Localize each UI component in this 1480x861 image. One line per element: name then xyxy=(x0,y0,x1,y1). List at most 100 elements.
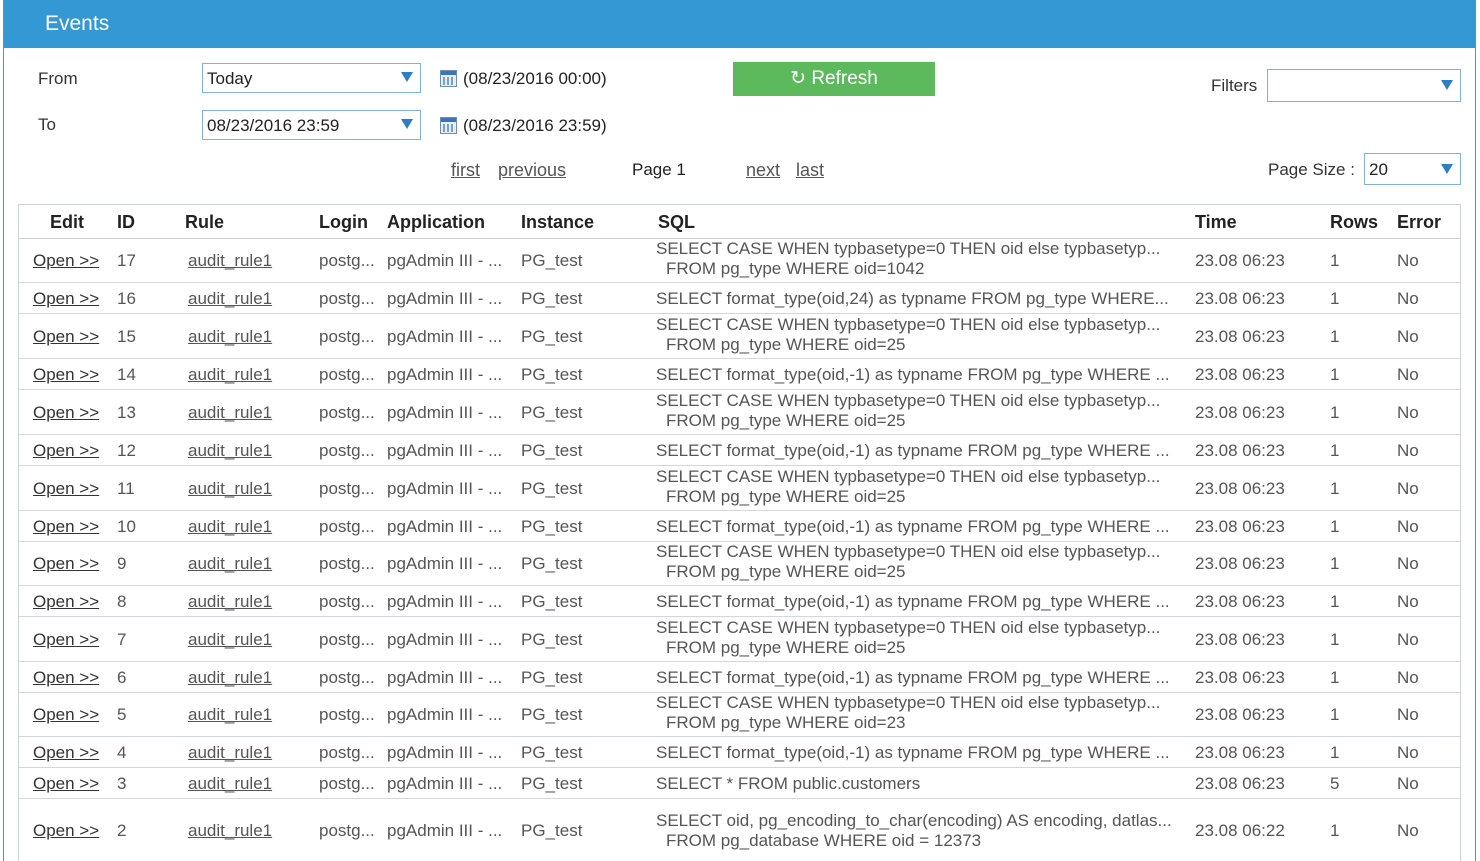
cell-error: No xyxy=(1397,705,1419,724)
open-link[interactable]: Open >> xyxy=(33,592,99,612)
cell-error: No xyxy=(1397,479,1419,498)
table-row[interactable]: Open >> 16 audit_rule1 postg... pgAdmin III … xyxy=(19,283,1460,314)
cell-sql: SELECT CASE WHEN typbasetype=0 THEN oid … xyxy=(656,239,1191,279)
cell-instance: PG_test xyxy=(521,743,583,762)
table-row[interactable]: Open >> 15 audit_rule1 postg... pgAdmin III … xyxy=(19,314,1460,359)
open-link[interactable]: Open >> xyxy=(33,403,99,423)
from-select[interactable]: Today xyxy=(202,63,421,93)
cell-time: 23.08 06:23 xyxy=(1195,554,1285,573)
table-row[interactable]: Open >> 5 audit_rule1 postg... pgAdmin III -… xyxy=(19,692,1460,737)
col-header-sql[interactable]: SQL xyxy=(658,212,695,233)
page-size-select[interactable]: 20 xyxy=(1364,153,1461,185)
rule-link[interactable]: audit_rule1 xyxy=(188,517,272,537)
cell-instance: PG_test xyxy=(521,705,583,724)
cell-id: 6 xyxy=(117,668,127,687)
open-link[interactable]: Open >> xyxy=(33,630,99,650)
pager-first-link[interactable]: first xyxy=(451,160,480,181)
rule-link[interactable]: audit_rule1 xyxy=(188,479,272,499)
cell-application: pgAdmin III - ... xyxy=(387,554,503,573)
table-row[interactable]: Open >> 13 audit_rule1 postg... pgAdmin III … xyxy=(19,390,1460,435)
table-row[interactable]: Open >> 10 audit_rule1 postg... pgAdmin III … xyxy=(19,511,1460,542)
cell-id: 13 xyxy=(117,403,136,422)
table-row[interactable]: Open >> 17 audit_rule1 postg... pgAdmin III … xyxy=(19,238,1460,283)
cell-login: postg... xyxy=(319,517,375,536)
open-link[interactable]: Open >> xyxy=(33,327,99,347)
col-header-rule[interactable]: Rule xyxy=(185,212,224,233)
rule-link[interactable]: audit_rule1 xyxy=(188,554,272,574)
col-header-error[interactable]: Error xyxy=(1397,212,1441,233)
rule-link[interactable]: audit_rule1 xyxy=(188,403,272,423)
cell-login: postg... xyxy=(319,441,375,460)
table-row[interactable]: Open >> 6 audit_rule1 postg... pgAdmin III -… xyxy=(19,662,1460,693)
rule-link[interactable]: audit_rule1 xyxy=(188,592,272,612)
cell-rows: 1 xyxy=(1330,630,1340,649)
cell-id: 10 xyxy=(117,517,136,536)
sql-line-1: SELECT oid, pg_encoding_to_char(encoding… xyxy=(656,811,1172,830)
col-header-application[interactable]: Application xyxy=(387,212,485,233)
calendar-icon[interactable] xyxy=(440,70,457,87)
open-link[interactable]: Open >> xyxy=(33,705,99,725)
cell-time: 23.08 06:23 xyxy=(1195,327,1285,346)
cell-rows: 1 xyxy=(1330,479,1340,498)
table-row[interactable]: Open >> 11 audit_rule1 postg... pgAdmin III … xyxy=(19,466,1460,511)
rule-link[interactable]: audit_rule1 xyxy=(188,365,272,385)
open-link[interactable]: Open >> xyxy=(33,289,99,309)
rule-link[interactable]: audit_rule1 xyxy=(188,668,272,688)
table-row[interactable]: Open >> 2 audit_rule1 postg... pgAdmin III -… xyxy=(19,799,1460,861)
col-header-time[interactable]: Time xyxy=(1195,212,1237,233)
rule-link[interactable]: audit_rule1 xyxy=(188,705,272,725)
table-row[interactable]: Open >> 14 audit_rule1 postg... pgAdmin III … xyxy=(19,359,1460,390)
rule-link[interactable]: audit_rule1 xyxy=(188,289,272,309)
to-select[interactable]: 08/23/2016 23:59 xyxy=(202,110,421,140)
sql-line-1: SELECT * FROM public.customers xyxy=(656,774,921,793)
cell-login: postg... xyxy=(319,289,375,308)
open-link[interactable]: Open >> xyxy=(33,668,99,688)
cell-error: No xyxy=(1397,592,1419,611)
open-link[interactable]: Open >> xyxy=(33,821,99,841)
rule-link[interactable]: audit_rule1 xyxy=(188,774,272,794)
cell-error: No xyxy=(1397,774,1419,793)
pager-next-link[interactable]: next xyxy=(746,160,780,181)
table-row[interactable]: Open >> 8 audit_rule1 postg... pgAdmin III -… xyxy=(19,586,1460,617)
open-link[interactable]: Open >> xyxy=(33,743,99,763)
calendar-icon[interactable] xyxy=(440,117,457,134)
table-row[interactable]: Open >> 9 audit_rule1 postg... pgAdmin III -… xyxy=(19,541,1460,586)
open-link[interactable]: Open >> xyxy=(33,479,99,499)
col-header-id[interactable]: ID xyxy=(117,212,135,233)
cell-rows: 1 xyxy=(1330,365,1340,384)
events-panel: Events From Today (08/23/2016 00:00) To … xyxy=(3,0,1476,861)
from-date-text: (08/23/2016 00:00) xyxy=(463,69,607,88)
rule-link[interactable]: audit_rule1 xyxy=(188,441,272,461)
cell-rows: 1 xyxy=(1330,554,1340,573)
sql-line-1: SELECT CASE WHEN typbasetype=0 THEN oid … xyxy=(656,618,1161,637)
open-link[interactable]: Open >> xyxy=(33,517,99,537)
rule-link[interactable]: audit_rule1 xyxy=(188,821,272,841)
cell-time: 23.08 06:23 xyxy=(1195,517,1285,536)
refresh-button[interactable]: ↻ Refresh xyxy=(733,62,935,96)
sql-line-2: FROM pg_type WHERE oid=25 xyxy=(666,638,906,657)
open-link[interactable]: Open >> xyxy=(33,774,99,794)
open-link[interactable]: Open >> xyxy=(33,554,99,574)
col-header-login[interactable]: Login xyxy=(319,212,368,233)
cell-instance: PG_test xyxy=(521,517,583,536)
cell-instance: PG_test xyxy=(521,441,583,460)
table-row[interactable]: Open >> 3 audit_rule1 postg... pgAdmin III -… xyxy=(19,768,1460,799)
rule-link[interactable]: audit_rule1 xyxy=(188,327,272,347)
pager-previous-link[interactable]: previous xyxy=(498,160,566,181)
table-row[interactable]: Open >> 4 audit_rule1 postg... pgAdmin III -… xyxy=(19,737,1460,768)
col-header-instance[interactable]: Instance xyxy=(521,212,594,233)
table-row[interactable]: Open >> 7 audit_rule1 postg... pgAdmin III -… xyxy=(19,617,1460,662)
from-label: From xyxy=(38,69,78,88)
filters-select[interactable] xyxy=(1267,69,1461,102)
open-link[interactable]: Open >> xyxy=(33,441,99,461)
col-header-edit[interactable]: Edit xyxy=(50,212,84,233)
rule-link[interactable]: audit_rule1 xyxy=(188,743,272,763)
rule-link[interactable]: audit_rule1 xyxy=(188,630,272,650)
col-header-rows[interactable]: Rows xyxy=(1330,212,1378,233)
pager-last-link[interactable]: last xyxy=(796,160,824,181)
open-link[interactable]: Open >> xyxy=(33,251,99,271)
rule-link[interactable]: audit_rule1 xyxy=(188,251,272,271)
table-row[interactable]: Open >> 12 audit_rule1 postg... pgAdmin III … xyxy=(19,435,1460,466)
open-link[interactable]: Open >> xyxy=(33,365,99,385)
cell-sql: SELECT * FROM public.customers xyxy=(656,774,1191,794)
